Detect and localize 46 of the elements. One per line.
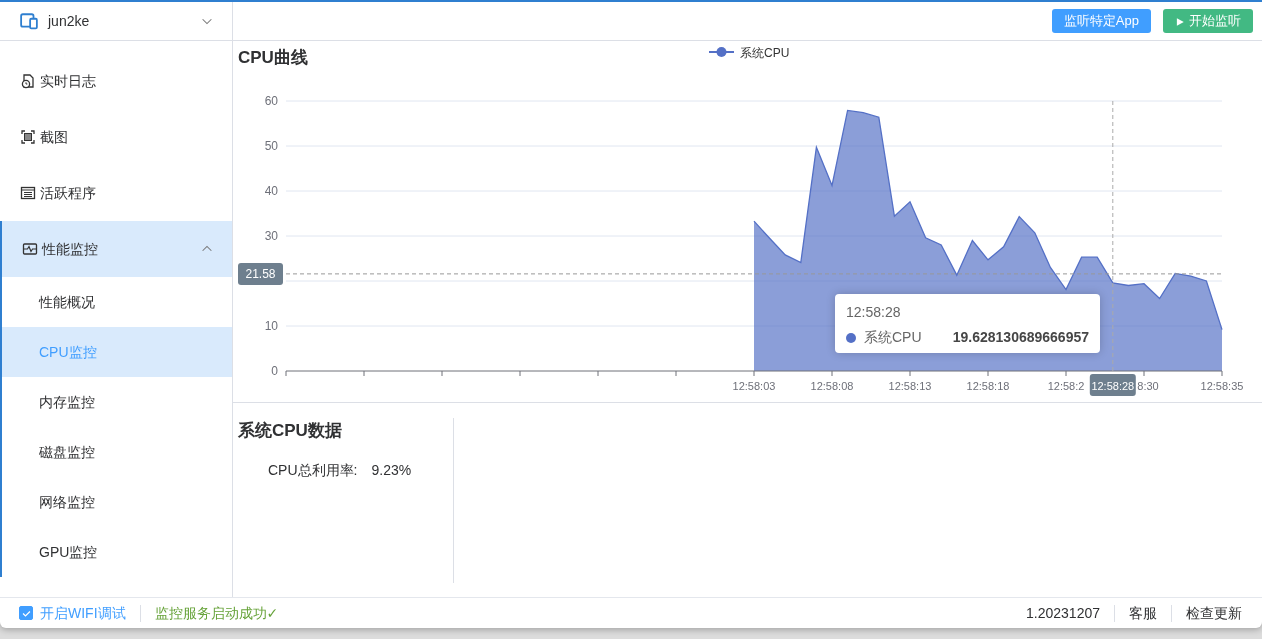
submenu-item[interactable]: 网络监控 xyxy=(2,477,232,527)
sidebar-item[interactable]: 活跃程序 xyxy=(0,165,232,221)
y-axis-label: 0 xyxy=(271,364,278,378)
submenu-item[interactable]: 磁盘监控 xyxy=(2,427,232,477)
service-status: 监控服务启动成功✓ xyxy=(154,603,280,623)
device-selector[interactable]: jun2ke xyxy=(0,2,232,41)
submenu-item[interactable]: GPU监控 xyxy=(2,527,232,577)
submenu-item[interactable]: 性能概况 xyxy=(2,277,232,327)
devices-icon xyxy=(20,12,38,30)
tooltip-series: 系统CPU xyxy=(864,328,922,347)
x-axis-label: 12:58:03 xyxy=(732,380,776,392)
reference-line-label: 21.58 xyxy=(238,262,283,285)
panel-title: 系统CPU数据 xyxy=(238,420,343,442)
metric-label: CPU总利用率: xyxy=(268,460,358,480)
tooltip-title: 12:58:28 xyxy=(846,303,902,322)
sidebar-item[interactable]: 截图 xyxy=(0,109,232,165)
x-axis-label: 12:58:18 xyxy=(966,380,1010,392)
crosshair-time-label: 12:58:28 xyxy=(1089,374,1136,396)
y-axis-label: 10 xyxy=(264,319,278,333)
clock-file-icon xyxy=(20,73,36,89)
version-label: 1.20231207 xyxy=(1026,603,1100,623)
y-axis-label: 60 xyxy=(264,94,278,108)
play-icon xyxy=(1175,16,1185,27)
y-axis-label: 50 xyxy=(264,139,278,153)
x-axis-label: 12:58:13 xyxy=(888,380,932,392)
submenu-item[interactable]: 内存监控 xyxy=(2,377,232,427)
x-axis-label: 12:58:08 xyxy=(810,380,854,392)
list-window-icon xyxy=(20,185,36,201)
x-axis-label: 8:30 xyxy=(1137,380,1159,392)
y-axis-label: 30 xyxy=(264,229,278,243)
legend-marker xyxy=(708,47,735,57)
metric-value: 9.23% xyxy=(371,460,412,480)
x-axis-label: 12:58:2 xyxy=(1047,380,1085,392)
screenshot-icon xyxy=(20,129,36,145)
status-link[interactable]: 检查更新 xyxy=(1186,602,1242,624)
ref-line-label: 21.58 xyxy=(245,266,276,281)
x-axis-label: 12:58:35 xyxy=(1200,380,1244,392)
status-link[interactable]: 客服 xyxy=(1129,602,1157,624)
x-tick-label: 12:58:28 xyxy=(1091,380,1135,392)
tooltip-value: 19.628130689666957 xyxy=(952,328,1089,347)
y-axis-label: 40 xyxy=(264,184,278,198)
sidebar-item[interactable]: 性能监控 xyxy=(2,221,232,277)
sidebar-item[interactable]: 实时日志 xyxy=(0,53,232,109)
monitor-pulse-icon xyxy=(22,241,38,257)
chart-title: CPU曲线 xyxy=(238,48,308,67)
legend-label: 系统CPU xyxy=(740,46,790,60)
